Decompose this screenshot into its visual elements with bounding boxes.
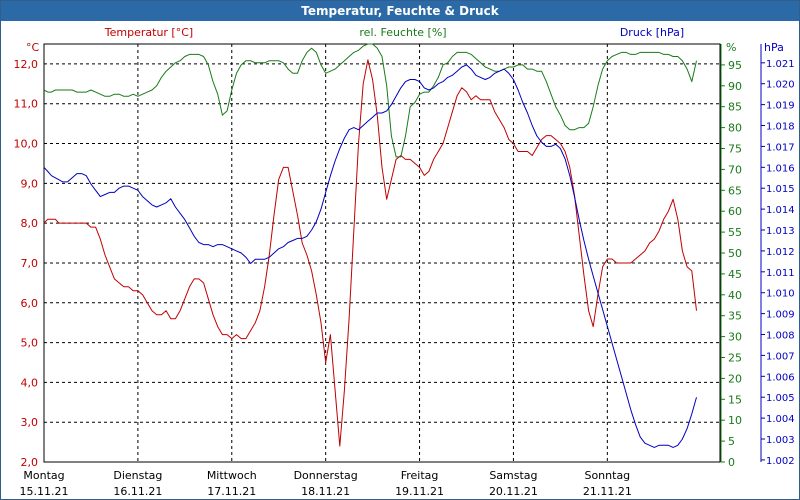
pressure-tick-label: 1.004 xyxy=(766,414,795,425)
pressure-tick-label: 1.007 xyxy=(766,351,795,362)
pressure-tick-label: 1.012 xyxy=(766,247,795,258)
humidity-tick-label: 40 xyxy=(728,289,742,302)
humidity-tick-label: 30 xyxy=(728,331,742,344)
pressure-axis-title: Druck [hPa] xyxy=(620,26,684,39)
humidity-tick-label: 10 xyxy=(728,414,742,427)
pressure-tick-label: 1.014 xyxy=(766,205,795,216)
x-tick-day: Dienstag xyxy=(113,469,162,482)
humidity-tick-label: 25 xyxy=(728,352,742,365)
x-tick-day: Freitag xyxy=(401,469,439,482)
temp-tick-label: 8,0 xyxy=(21,217,39,230)
temp-tick-label: 4,0 xyxy=(21,376,39,389)
temp-tick-label: 6,0 xyxy=(21,297,39,310)
pressure-tick-label: 1.003 xyxy=(766,435,795,446)
x-tick-day: Mittwoch xyxy=(207,469,257,482)
pressure-tick-label: 1.008 xyxy=(766,331,795,342)
temp-axis-title: Temperatur [°C] xyxy=(104,26,193,39)
pressure-tick-label: 1.015 xyxy=(766,184,795,195)
pressure-tick-label: 1.002 xyxy=(766,456,795,467)
pressure-tick-label: 1.017 xyxy=(766,142,795,153)
x-tick-date: 17.11.21 xyxy=(207,485,256,498)
pressure-unit-label: hPa xyxy=(764,41,784,54)
x-tick-date: 18.11.21 xyxy=(301,485,350,498)
humidity-axis-title: rel. Feuchte [%] xyxy=(359,26,446,39)
temp-tick-label: 11,0 xyxy=(14,98,39,111)
humidity-unit-label: % xyxy=(726,41,736,54)
temp-tick-label: 12,0 xyxy=(14,58,39,71)
axes: 2,0 3,0 4,0 5,0 6,0 7,0 8,0 9,0 10,0 11,0 12,0 Mont… xyxy=(14,44,795,498)
temp-tick-label: 7,0 xyxy=(21,257,39,270)
humidity-tick-label: 90 xyxy=(728,80,742,93)
x-tick-day: Sonntag xyxy=(584,469,630,482)
x-tick-date: 19.11.21 xyxy=(395,485,444,498)
humidity-tick-label: 35 xyxy=(728,310,742,323)
x-tick-date: 21.11.21 xyxy=(583,485,632,498)
humidity-tick-label: 70 xyxy=(728,163,742,176)
chart-plot: 2,0 3,0 4,0 5,0 6,0 7,0 8,0 9,0 10,0 11,0 12,0 Mont… xyxy=(14,26,795,498)
humidity-tick-label: 15 xyxy=(728,393,742,406)
x-tick-day: Samstag xyxy=(489,469,537,482)
temp-tick-label: 5,0 xyxy=(21,337,39,350)
humidity-tick-label: 20 xyxy=(728,372,742,385)
x-tick-date: 20.11.21 xyxy=(489,485,538,498)
pressure-tick-label: 1.018 xyxy=(766,122,795,133)
pressure-tick-label: 1.010 xyxy=(766,289,795,300)
humidity-tick-label: 60 xyxy=(728,205,742,218)
temp-tick-label: 10,0 xyxy=(14,138,39,151)
chart-title: Temperatur, Feuchte & Druck xyxy=(1,1,799,21)
x-tick-day: Montag xyxy=(23,469,64,482)
humidity-tick-label: 5 xyxy=(728,435,735,448)
pressure-tick-label: 1.005 xyxy=(766,393,795,404)
humidity-tick-label: 45 xyxy=(728,268,742,281)
hum-series-line xyxy=(43,43,697,158)
pressure-tick-label: 1.016 xyxy=(766,163,795,174)
humidity-tick-label: 50 xyxy=(728,247,742,260)
press-series-line xyxy=(43,64,697,448)
temp-tick-label: 2,0 xyxy=(21,456,39,469)
pressure-tick-label: 1.009 xyxy=(766,310,795,321)
humidity-tick-label: 65 xyxy=(728,184,742,197)
plot-border xyxy=(43,43,721,463)
humidity-tick-label: 55 xyxy=(728,226,742,239)
pressure-tick-label: 1.021 xyxy=(766,59,795,70)
pressure-tick-label: 1.020 xyxy=(766,80,795,91)
humidity-tick-label: 95 xyxy=(728,59,742,72)
series-lines xyxy=(43,43,697,448)
humidity-tick-label: 0 xyxy=(728,456,735,469)
temp-tick-label: 9,0 xyxy=(21,177,39,190)
chart-window: Temperatur, Feuchte & Druck 2,0 3,0 4,0 5,0… xyxy=(0,0,800,500)
temp-series-line xyxy=(43,59,697,447)
axis-labels: °C% hPa Temperatur [°C] rel. Feuchte [%] Dru… xyxy=(26,26,784,54)
pressure-tick-label: 1.006 xyxy=(766,372,795,383)
pressure-tick-label: 1.013 xyxy=(766,226,795,237)
x-tick-date: 16.11.21 xyxy=(113,485,162,498)
humidity-tick-label: 85 xyxy=(728,101,742,114)
pressure-tick-label: 1.019 xyxy=(766,101,795,112)
humidity-tick-label: 80 xyxy=(728,122,742,135)
x-tick-day: Donnerstag xyxy=(294,469,358,482)
humidity-tick-label: 75 xyxy=(728,143,742,156)
pressure-tick-label: 1.011 xyxy=(766,268,795,279)
temp-unit-label: °C xyxy=(26,41,40,54)
grid xyxy=(43,43,721,463)
x-tick-date: 15.11.21 xyxy=(20,485,69,498)
temp-tick-label: 3,0 xyxy=(21,416,39,429)
